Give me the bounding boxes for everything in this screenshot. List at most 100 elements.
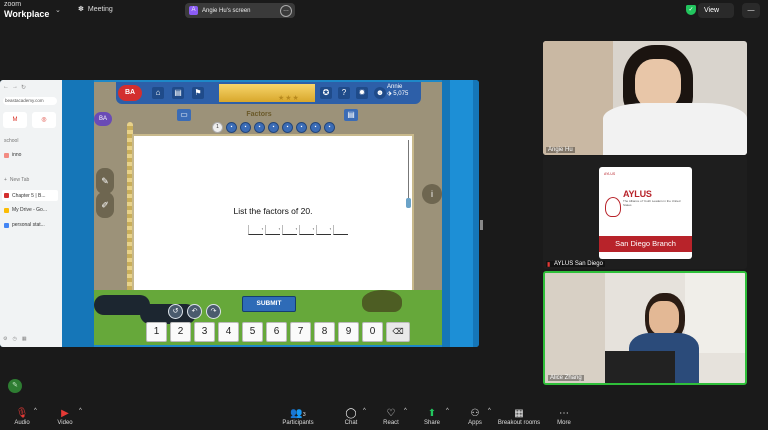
answer-blanks: , , , , , bbox=[248, 225, 348, 235]
chevron-up-icon[interactable]: ^ bbox=[363, 408, 366, 414]
key-8[interactable]: 8 bbox=[314, 322, 335, 342]
url-bar[interactable]: beastacademy.com bbox=[3, 97, 57, 105]
gmail-icon[interactable]: M bbox=[3, 112, 27, 128]
meeting-menu[interactable]: ✽ Meeting bbox=[78, 5, 113, 14]
key-4[interactable]: 4 bbox=[218, 322, 239, 342]
award-icon[interactable]: ✪ bbox=[320, 87, 332, 99]
share-button[interactable]: ⬆ Share bbox=[421, 408, 443, 426]
step[interactable]: ▪ bbox=[226, 122, 237, 133]
tab-personal[interactable]: personal stat... bbox=[4, 222, 45, 228]
back-icon[interactable]: ← bbox=[3, 84, 9, 91]
screen-share-pill[interactable]: A Angie Hu's screen … bbox=[185, 3, 295, 18]
key-9[interactable]: 9 bbox=[338, 322, 359, 342]
game-logo[interactable]: BA bbox=[118, 85, 142, 101]
recording-icon[interactable]: ✎ bbox=[8, 379, 22, 393]
group-label[interactable]: school bbox=[4, 138, 18, 144]
participant-tile-alice[interactable]: Alice Zhang bbox=[543, 271, 747, 385]
settings-icon[interactable]: ✹ bbox=[356, 87, 368, 99]
answer-blank[interactable] bbox=[333, 225, 348, 235]
step[interactable]: ▪ bbox=[296, 122, 307, 133]
backspace-icon[interactable]: ⌫ bbox=[386, 322, 410, 342]
key-1[interactable]: 1 bbox=[146, 322, 167, 342]
paw-icon: ✽ bbox=[78, 6, 84, 13]
view-button[interactable]: View bbox=[698, 3, 734, 18]
key-5[interactable]: 5 bbox=[242, 322, 263, 342]
undo-icon[interactable]: ↶ bbox=[187, 304, 202, 319]
chevron-down-icon[interactable]: ⌄ bbox=[55, 6, 61, 14]
step[interactable]: ▪ bbox=[282, 122, 293, 133]
video-off-icon: ▶ bbox=[61, 408, 69, 419]
chat-button[interactable]: ◯ Chat bbox=[340, 408, 362, 426]
key-7[interactable]: 7 bbox=[290, 322, 311, 342]
zoom-logo-bottom: Workplace bbox=[4, 9, 50, 19]
step[interactable]: ▪ bbox=[310, 122, 321, 133]
plus-icon: + bbox=[4, 177, 7, 183]
participant-tile-angie[interactable]: Angie Hu bbox=[543, 41, 747, 155]
tab-chapter[interactable]: Chapter 5 | B... bbox=[2, 190, 58, 201]
breakout-rooms-button[interactable]: ▦ Breakout rooms bbox=[496, 408, 542, 426]
video-button[interactable]: ▶ Video bbox=[52, 408, 78, 426]
notes-icon[interactable]: ▤ bbox=[344, 109, 358, 121]
help-icon[interactable]: ? bbox=[338, 87, 350, 99]
home-icon[interactable]: ⌂ bbox=[152, 87, 164, 99]
split-drag-handle[interactable] bbox=[480, 220, 483, 230]
key-0[interactable]: 0 bbox=[362, 322, 383, 342]
react-button[interactable]: ♡ React bbox=[380, 408, 402, 426]
shield-icon[interactable]: ✓ bbox=[686, 5, 696, 15]
chevron-up-icon[interactable]: ^ bbox=[34, 408, 37, 414]
info-icon[interactable]: i bbox=[422, 184, 442, 204]
audio-button[interactable]: 🎙 Audio bbox=[10, 408, 34, 426]
chevron-up-icon[interactable]: ^ bbox=[488, 408, 491, 414]
answer-blank[interactable]: , bbox=[282, 225, 297, 235]
bus-icon[interactable]: ▭ bbox=[177, 109, 191, 121]
browser-nav: ← → ↻ bbox=[3, 84, 26, 91]
apps-button[interactable]: ⚇ Apps bbox=[464, 408, 486, 426]
step-current[interactable]: 1 bbox=[212, 122, 223, 133]
ba-badge-icon[interactable]: BA bbox=[94, 112, 112, 126]
book-icon[interactable]: ▤ bbox=[172, 87, 184, 99]
background-wall bbox=[545, 273, 605, 383]
step[interactable]: ▪ bbox=[324, 122, 335, 133]
answer-blank[interactable]: , bbox=[316, 225, 331, 235]
group-item[interactable]: inno bbox=[4, 152, 21, 158]
answer-blank[interactable]: , bbox=[265, 225, 280, 235]
chevron-up-icon[interactable]: ^ bbox=[404, 408, 407, 414]
aylus-logo-small: AYLUS bbox=[604, 172, 616, 176]
forward-icon[interactable]: → bbox=[12, 84, 18, 91]
key-2[interactable]: 2 bbox=[170, 322, 191, 342]
browser-bottom-icons: ⚙ ◷ ▦ bbox=[3, 336, 27, 342]
chrome-icon[interactable]: ◎ bbox=[32, 112, 56, 128]
new-tab-button[interactable]: + New Tab bbox=[4, 177, 29, 183]
redo-icon[interactable]: ↷ bbox=[206, 304, 221, 319]
step[interactable]: ▪ bbox=[240, 122, 251, 133]
hat-decoration bbox=[362, 290, 402, 312]
more-button[interactable]: ⋯ More bbox=[553, 408, 575, 426]
progress-steps: 1 ▪ ▪ ▪ ▪ ▪ ▪ ▪ ▪ bbox=[212, 122, 335, 133]
key-6[interactable]: 6 bbox=[266, 322, 287, 342]
aylus-title: AYLUS bbox=[623, 189, 652, 199]
answer-blank[interactable]: , bbox=[299, 225, 314, 235]
answer-blank[interactable]: , bbox=[248, 225, 263, 235]
more-icon[interactable]: … bbox=[280, 5, 292, 17]
pencil-icon[interactable]: ✎ bbox=[96, 168, 114, 194]
submit-button[interactable]: SUBMIT bbox=[242, 296, 296, 312]
settings-icon[interactable]: ⚙ bbox=[3, 336, 7, 342]
tab-drive[interactable]: My Drive - Go... bbox=[4, 207, 47, 213]
apps-icon: ⚇ bbox=[470, 408, 480, 419]
apps-icon[interactable]: ▦ bbox=[22, 336, 27, 342]
reset-icon[interactable]: ↺ bbox=[168, 304, 183, 319]
participants-button[interactable]: 👥3 Participants bbox=[280, 408, 316, 426]
chevron-up-icon[interactable]: ^ bbox=[79, 408, 82, 414]
avatar-icon[interactable]: ☻ bbox=[374, 87, 386, 99]
step[interactable]: ▪ bbox=[268, 122, 279, 133]
key-3[interactable]: 3 bbox=[194, 322, 215, 342]
step[interactable]: ▪ bbox=[254, 122, 265, 133]
window-control-button[interactable]: — bbox=[742, 3, 760, 18]
participant-tile-aylus[interactable]: AYLUS AYLUS The Alliance of Youth Leader… bbox=[543, 156, 747, 269]
reload-icon[interactable]: ↻ bbox=[21, 84, 26, 91]
user-points: ⬗ 5,075 bbox=[387, 91, 409, 97]
eraser-icon[interactable]: ✐ bbox=[96, 192, 114, 218]
history-icon[interactable]: ◷ bbox=[12, 336, 16, 342]
chevron-up-icon[interactable]: ^ bbox=[446, 408, 449, 414]
flag-icon[interactable]: ⚑ bbox=[192, 87, 204, 99]
